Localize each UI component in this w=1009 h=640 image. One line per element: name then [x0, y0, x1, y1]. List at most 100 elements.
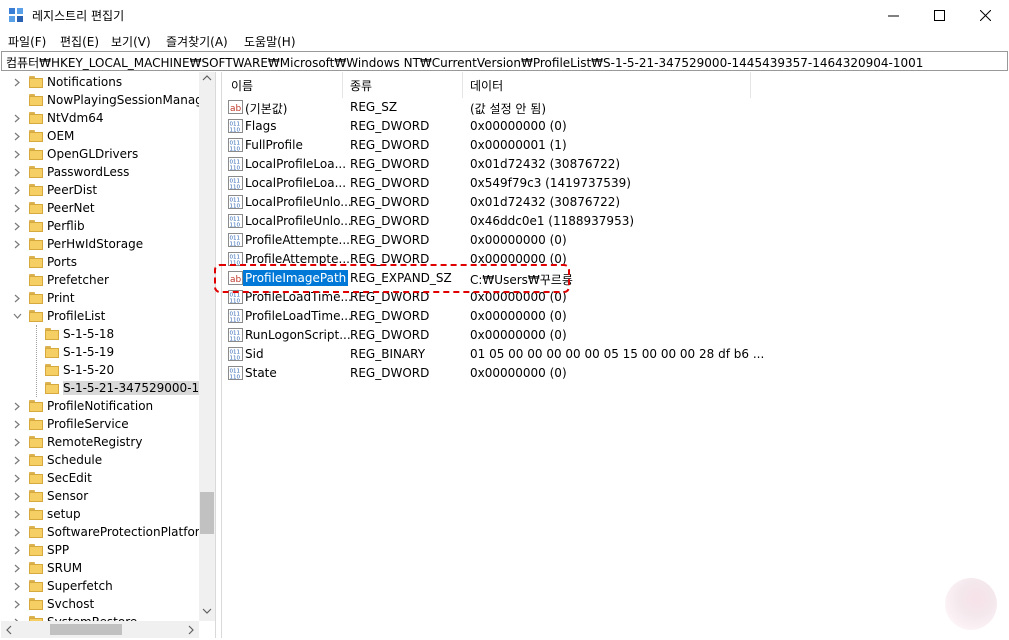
- tree-item[interactable]: S-1-5-18: [1, 325, 199, 343]
- tree-item[interactable]: S-1-5-20: [1, 361, 199, 379]
- minimize-button[interactable]: [870, 0, 916, 30]
- tree-item[interactable]: S-1-5-19: [1, 343, 199, 361]
- tree-item[interactable]: NowPlayingSessionManager: [1, 91, 215, 109]
- chevron-right-icon[interactable]: [11, 433, 23, 451]
- close-button[interactable]: [962, 0, 1008, 30]
- folder-icon: [29, 76, 43, 88]
- menu-favorites[interactable]: 즐겨찾기(A): [166, 33, 228, 50]
- key-tree-pane[interactable]: Notifications NowPlayingSessionManager NtV…: [1, 72, 216, 638]
- chevron-right-icon[interactable]: [11, 595, 23, 613]
- tree-vertical-scroll-thumb[interactable]: [200, 492, 214, 534]
- tree-item[interactable]: OpenGLDrivers: [1, 145, 199, 163]
- binary-value-icon: 011 110: [228, 176, 243, 191]
- chevron-right-icon[interactable]: [11, 145, 23, 163]
- tree-item[interactable]: ProfileNotification: [1, 397, 199, 415]
- column-header-type[interactable]: 종류: [350, 72, 372, 98]
- value-row[interactable]: 011 110 LocalProfileLoa... REG_DWORD 0x549f7…: [222, 174, 1009, 193]
- maximize-button[interactable]: [916, 0, 962, 30]
- tree-item[interactable]: PerHwIdStorage: [1, 235, 199, 253]
- tree-item[interactable]: SoftwareProtectionPlatform: [1, 523, 211, 541]
- menu-help[interactable]: 도움말(H): [244, 33, 296, 50]
- chevron-right-icon[interactable]: [11, 559, 23, 577]
- tree-item[interactable]: SecEdit: [1, 469, 199, 487]
- tree-vertical-scrollbar[interactable]: [199, 72, 215, 621]
- column-divider[interactable]: [342, 72, 343, 98]
- tree-item[interactable]: SRUM: [1, 559, 199, 577]
- tree-item[interactable]: Ports: [1, 253, 199, 271]
- svg-text:110: 110: [230, 147, 241, 153]
- tree-item[interactable]: PeerNet: [1, 199, 199, 217]
- chevron-right-icon[interactable]: [11, 451, 23, 469]
- column-header-data[interactable]: 데이터: [470, 72, 503, 98]
- chevron-right-icon[interactable]: [11, 505, 23, 523]
- tree-item[interactable]: S-1-5-21-347529000-14: [1, 379, 207, 397]
- value-row[interactable]: 011 110 RunLogonScript... REG_DWORD 0x000000…: [222, 326, 1009, 345]
- folder-icon: [29, 544, 43, 556]
- tree-item[interactable]: ProfileList: [1, 307, 199, 325]
- folder-icon: [29, 472, 43, 484]
- menu-file[interactable]: 파일(F): [8, 33, 46, 50]
- tree-item[interactable]: Prefetcher: [1, 271, 199, 289]
- value-row[interactable]: ab (기본값) REG_SZ (값 설정 안 됨): [222, 98, 1009, 117]
- chevron-down-icon[interactable]: [11, 307, 23, 325]
- value-list-pane[interactable]: 이름 종류 데이터 ab (기본값) REG_SZ (값 설정 안 됨) 011 110 F…: [221, 72, 1009, 638]
- tree-item[interactable]: SPP: [1, 541, 199, 559]
- svg-text:110: 110: [230, 356, 241, 362]
- chevron-right-icon[interactable]: [11, 163, 23, 181]
- chevron-right-icon[interactable]: [11, 217, 23, 235]
- value-name: State: [245, 366, 277, 380]
- svg-text:110: 110: [230, 299, 241, 305]
- address-bar[interactable]: 컴퓨터₩HKEY_LOCAL_MACHINE₩SOFTWARE₩Microsof…: [1, 51, 1008, 71]
- scroll-right-arrow-icon[interactable]: [187, 625, 195, 635]
- value-row[interactable]: 011 110 Flags REG_DWORD 0x00000000 (0): [222, 117, 1009, 136]
- tree-item[interactable]: OEM: [1, 127, 199, 145]
- tree-item[interactable]: NtVdm64: [1, 109, 199, 127]
- chevron-right-icon[interactable]: [11, 577, 23, 595]
- column-divider[interactable]: [462, 72, 463, 98]
- tree-item[interactable]: RemoteRegistry: [1, 433, 199, 451]
- chevron-right-icon[interactable]: [11, 199, 23, 217]
- value-row[interactable]: 011 110 FullProfile REG_DWORD 0x00000001 (1): [222, 136, 1009, 155]
- scroll-up-arrow-icon[interactable]: [202, 74, 212, 82]
- value-row[interactable]: 011 110 LocalProfileUnlo... REG_DWORD 0x46dd…: [222, 212, 1009, 231]
- value-row[interactable]: 011 110 Sid REG_BINARY 01 05 00 00 00 00 00 …: [222, 345, 1009, 364]
- tree-item[interactable]: Print: [1, 289, 199, 307]
- tree-item[interactable]: PasswordLess: [1, 163, 199, 181]
- chevron-right-icon[interactable]: [11, 289, 23, 307]
- address-path[interactable]: 컴퓨터₩HKEY_LOCAL_MACHINE₩SOFTWARE₩Microsof…: [6, 54, 923, 71]
- column-divider[interactable]: [750, 72, 751, 98]
- menu-edit[interactable]: 편집(E): [60, 33, 99, 50]
- chevron-right-icon[interactable]: [11, 73, 23, 91]
- folder-icon: [29, 256, 43, 268]
- column-header-name[interactable]: 이름: [231, 72, 253, 98]
- tree-item[interactable]: ProfileService: [1, 415, 199, 433]
- chevron-right-icon[interactable]: [11, 541, 23, 559]
- value-row[interactable]: 011 110 State REG_DWORD 0x00000000 (0): [222, 364, 1009, 383]
- chevron-right-icon[interactable]: [11, 235, 23, 253]
- chevron-right-icon[interactable]: [11, 397, 23, 415]
- tree-item[interactable]: setup: [1, 505, 199, 523]
- tree-item[interactable]: Superfetch: [1, 577, 199, 595]
- scroll-down-arrow-icon[interactable]: [202, 607, 212, 615]
- chevron-right-icon[interactable]: [11, 523, 23, 541]
- tree-item[interactable]: Notifications: [1, 73, 199, 91]
- chevron-right-icon[interactable]: [11, 415, 23, 433]
- value-row[interactable]: 011 110 LocalProfileLoa... REG_DWORD 0x01d72…: [222, 155, 1009, 174]
- tree-item[interactable]: Svchost: [1, 595, 199, 613]
- tree-horizontal-scroll-thumb[interactable]: [50, 624, 122, 635]
- value-row[interactable]: 011 110 LocalProfileUnlo... REG_DWORD 0x01d7…: [222, 193, 1009, 212]
- scroll-left-arrow-icon[interactable]: [5, 625, 13, 635]
- tree-item[interactable]: Schedule: [1, 451, 199, 469]
- tree-item[interactable]: Sensor: [1, 487, 199, 505]
- tree-item[interactable]: PeerDist: [1, 181, 199, 199]
- menu-view[interactable]: 보기(V): [111, 33, 151, 50]
- value-row[interactable]: 011 110 ProfileLoadTime... REG_DWORD 0x00000…: [222, 307, 1009, 326]
- chevron-right-icon[interactable]: [11, 487, 23, 505]
- chevron-right-icon[interactable]: [11, 181, 23, 199]
- tree-item[interactable]: Perflib: [1, 217, 199, 235]
- binary-value-icon: 011 110: [228, 195, 243, 210]
- chevron-right-icon[interactable]: [11, 127, 23, 145]
- chevron-right-icon[interactable]: [11, 109, 23, 127]
- chevron-right-icon[interactable]: [11, 469, 23, 487]
- value-row[interactable]: 011 110 ProfileAttempte... REG_DWORD 0x00000…: [222, 231, 1009, 250]
